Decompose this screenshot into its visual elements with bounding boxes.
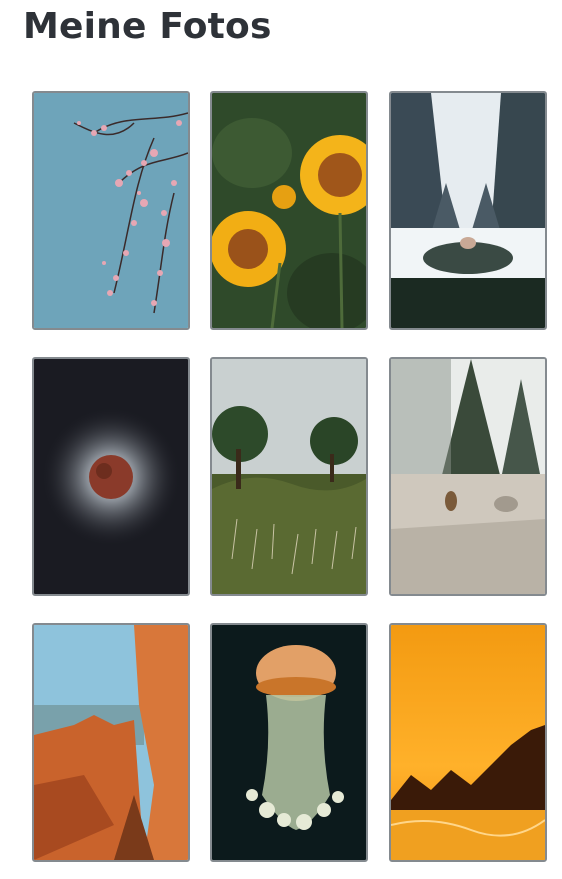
- photo-card-jellyfish[interactable]: [210, 623, 368, 862]
- photo-sunset-beach: [391, 625, 545, 860]
- photo-snowy-forest: [391, 93, 545, 328]
- photo-card-sunset-beach[interactable]: [389, 623, 547, 862]
- page-title: Meine Fotos: [23, 6, 272, 47]
- photo-card-sunflowers[interactable]: [210, 91, 368, 330]
- photo-card-snowy-forest[interactable]: [389, 91, 547, 330]
- photo-card-canyon[interactable]: [32, 623, 190, 862]
- photo-cherry-blossom: [34, 93, 188, 328]
- photo-chipmunk: [391, 359, 545, 594]
- photo-card-chipmunk[interactable]: [389, 357, 547, 596]
- photo-jellyfish: [212, 625, 366, 860]
- photo-card-cherry-blossom[interactable]: [32, 91, 190, 330]
- photo-meadow-trees: [212, 359, 366, 594]
- photo-card-solar-eclipse[interactable]: [32, 357, 190, 596]
- photo-solar-eclipse: [34, 359, 188, 594]
- photo-canyon: [34, 625, 188, 860]
- photo-card-meadow-trees[interactable]: [210, 357, 368, 596]
- photo-grid: [32, 91, 550, 863]
- photo-sunflowers: [212, 93, 366, 328]
